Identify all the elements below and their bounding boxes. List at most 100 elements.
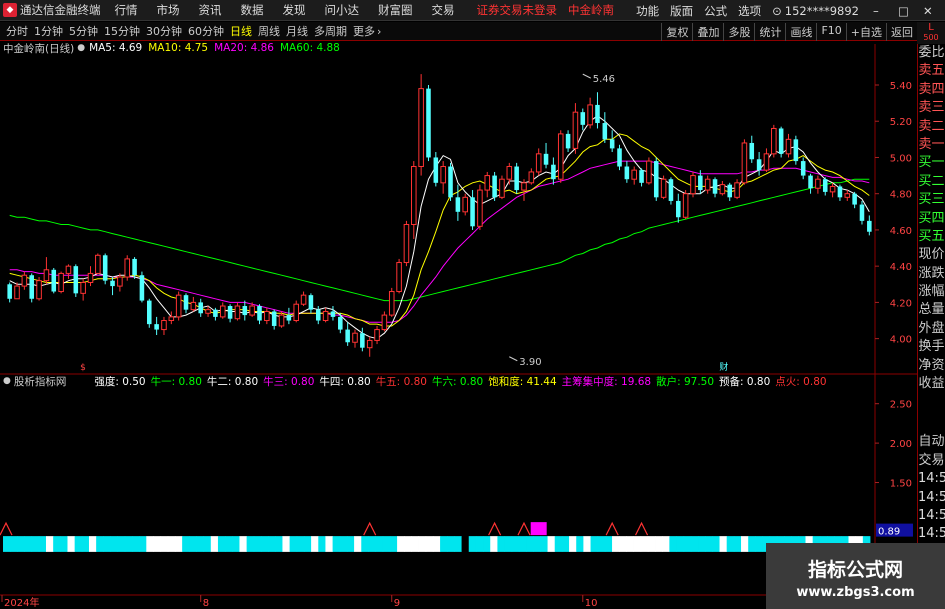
right-panel-item: 买三 (918, 192, 945, 208)
right-panel-item[interactable]: 交易 (918, 452, 945, 470)
signal-strip-cell (53, 536, 61, 552)
period-1min[interactable]: 1分钟 (34, 23, 63, 39)
chart-toolbar: 复权 叠加 多股 统计 画线 F10 +自选 返回 (661, 23, 917, 41)
period-daily[interactable]: 日线 (230, 23, 252, 39)
period-more[interactable]: 更多 (353, 23, 375, 39)
chevron-right-icon[interactable]: › (377, 25, 381, 38)
candle-body (146, 300, 152, 325)
candle-body (815, 178, 821, 189)
candle-body (80, 281, 86, 294)
candle-body (859, 204, 865, 221)
f10-button[interactable]: F10 (816, 23, 845, 41)
menu-ask[interactable]: 问小达 (325, 2, 360, 18)
draw-line-button[interactable]: 画线 (785, 23, 816, 41)
price-annotation: 3.90 (519, 357, 541, 368)
signal-strip-cell (590, 536, 599, 552)
period-60min[interactable]: 60分钟 (188, 23, 224, 39)
signal-strip-cell (239, 536, 248, 552)
candle-body (264, 310, 270, 322)
indicator-tick-label: 2.00 (890, 439, 912, 450)
annotation-leader (509, 356, 518, 362)
period-multi[interactable]: 多周期 (314, 23, 347, 39)
candle-body (102, 255, 108, 281)
signal-strip-cell (533, 536, 541, 552)
candle-body (580, 112, 586, 125)
price-tick-label: 5.40 (890, 81, 912, 92)
candle-body (190, 301, 197, 311)
login-warning[interactable]: 证券交易未登录 (477, 2, 558, 18)
candle-body (175, 294, 182, 318)
period-intraday[interactable]: 分时 (6, 23, 28, 39)
signal-strip-cell (88, 536, 97, 552)
signal-strip-cell (124, 536, 133, 552)
signal-strip-cell (655, 536, 663, 552)
right-panel-item: 换手 (918, 339, 945, 355)
signal-strip-cell (311, 536, 319, 552)
price-tick-label: 4.40 (890, 262, 912, 273)
candle-body (660, 178, 667, 198)
signal-strip-cell (10, 536, 18, 552)
candle-body (286, 315, 292, 321)
candle-body (300, 294, 307, 305)
menu-wealth[interactable]: 财富圈 (378, 2, 413, 18)
signal-strip-cell (741, 536, 749, 552)
menu-formula[interactable]: 公式 (704, 3, 727, 19)
candle-body (7, 284, 12, 299)
candle-body (73, 266, 79, 294)
candle-body (58, 272, 64, 293)
app-logo-icon: ◆ (3, 3, 17, 17)
minimize-icon[interactable]: – (873, 4, 884, 18)
candle-body (219, 305, 226, 318)
watermark-title: 指标公式网 (807, 559, 903, 581)
signal-strip-cell (339, 536, 348, 552)
right-panel-item: 涨跌 (918, 265, 945, 281)
signal-strip-cell (153, 536, 162, 552)
signal-strip-cell (196, 536, 205, 552)
candle-body (492, 175, 497, 198)
candle-body (330, 311, 336, 317)
menu-market[interactable]: 市场 (157, 2, 180, 18)
maximize-icon[interactable]: □ (898, 4, 909, 18)
user-id[interactable]: 152****9892 (785, 4, 859, 18)
signal-strip-cell (475, 536, 484, 552)
menu-function[interactable]: 功能 (636, 3, 659, 19)
candle-body (477, 189, 483, 227)
back-button[interactable]: 返回 (886, 23, 917, 41)
multi-stock-button[interactable]: 多股 (723, 23, 754, 41)
add-watchlist-button[interactable]: +自选 (845, 23, 886, 41)
side-header-500: 500 (923, 33, 939, 42)
close-icon[interactable]: ✕ (923, 4, 934, 18)
period-15min[interactable]: 15分钟 (104, 23, 140, 39)
signal-strip-cell (139, 536, 147, 552)
right-panel-item[interactable]: 自动 (918, 433, 945, 451)
menu-market-quotes[interactable]: 行情 (115, 2, 138, 18)
signal-strip-cell (189, 536, 197, 552)
period-5min[interactable]: 5分钟 (69, 23, 98, 39)
menu-layout[interactable]: 版面 (670, 3, 693, 19)
signal-strip-cell (640, 536, 649, 552)
candle-body (719, 184, 726, 195)
user-icon[interactable]: ⊙ (772, 4, 782, 18)
candle-body (308, 295, 314, 310)
menu-discover[interactable]: 发现 (283, 2, 306, 18)
candle-body (388, 291, 395, 316)
restore-rights-button[interactable]: 复权 (661, 23, 692, 41)
kline-chart[interactable]: 5.40 5.20 5.00 4.80 4.60 4.40 4.20 4.00 2.50 2.00… (0, 44, 917, 609)
menu-options[interactable]: 选项 (738, 3, 761, 19)
menu-news[interactable]: 资讯 (199, 2, 222, 18)
period-30min[interactable]: 30分钟 (146, 23, 182, 39)
overlay-button[interactable]: 叠加 (692, 23, 723, 41)
right-panel-item: 卖二 (918, 118, 945, 134)
signal-strip-cell (755, 536, 763, 552)
price-tick-label: 4.00 (890, 335, 912, 346)
menu-data[interactable]: 数据 (241, 2, 264, 18)
signal-strip-cell (361, 536, 369, 552)
signal-strip-cell (425, 536, 434, 552)
period-weekly[interactable]: 周线 (258, 23, 280, 39)
signal-strip-cell (597, 536, 606, 552)
signal-strip-cell (24, 536, 33, 552)
menu-trade[interactable]: 交易 (432, 2, 455, 18)
right-panel-item: 14:56 (918, 489, 945, 505)
period-monthly[interactable]: 月线 (286, 23, 308, 39)
stats-button[interactable]: 统计 (754, 23, 785, 41)
